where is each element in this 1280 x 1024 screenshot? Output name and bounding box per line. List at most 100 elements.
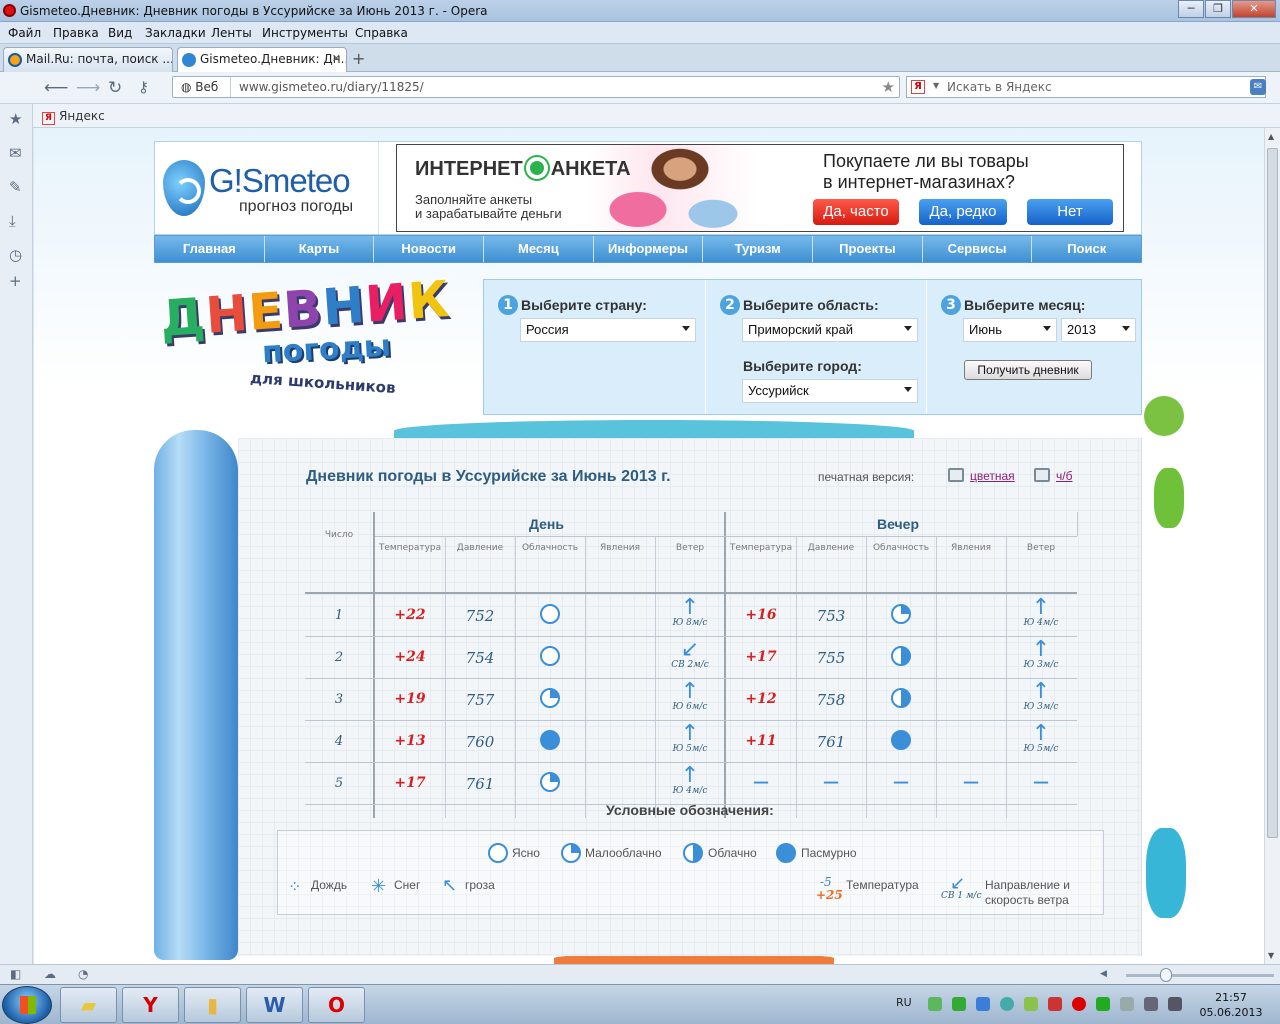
wind-value: Ю 5м/с: [1023, 744, 1059, 754]
taskbar-opera-app[interactable]: O: [308, 987, 365, 1023]
menu-help[interactable]: Справка: [355, 26, 408, 40]
tab-label: Mail.Ru: почта, поиск ...: [26, 52, 173, 66]
region-select[interactable]: Приморский край: [742, 318, 918, 342]
nav-month[interactable]: Месяц: [484, 236, 594, 262]
nav-services[interactable]: Сервисы: [923, 236, 1033, 262]
get-diary-button[interactable]: Получить дневник: [964, 360, 1092, 380]
menu-view[interactable]: Вид: [108, 26, 132, 40]
cloud-icon[interactable]: ☁: [44, 967, 56, 981]
gismeteo-logo[interactable]: G!Smeteo прогноз погоды: [155, 142, 379, 234]
language-indicator[interactable]: RU: [896, 996, 912, 1009]
year-select[interactable]: 2013: [1061, 318, 1136, 342]
day-number: 1: [334, 608, 344, 623]
tray-flag-icon[interactable]: [1120, 997, 1134, 1011]
wind-value: Ю 8м/с: [672, 618, 708, 628]
col-header-day-5: Ветер: [675, 543, 705, 553]
printer-icon[interactable]: [1034, 468, 1050, 482]
evening-cloudiness: —: [893, 772, 909, 791]
tray-nvidia-icon[interactable]: [1024, 997, 1038, 1011]
table-divider: [373, 512, 375, 818]
tray-monitor-icon[interactable]: [1144, 997, 1158, 1011]
tray-app-icon[interactable]: [1000, 997, 1014, 1011]
menu-bookmarks[interactable]: Закладки: [145, 26, 206, 40]
scroll-up-icon[interactable]: ▲: [1268, 132, 1274, 141]
nav-news[interactable]: Новости: [374, 236, 485, 262]
country-select[interactable]: Россия: [520, 318, 696, 342]
banner-answer-no-button[interactable]: Нет: [1027, 199, 1113, 225]
scrollbar-thumb[interactable]: [1267, 148, 1278, 838]
zoom-slider[interactable]: [1126, 974, 1274, 977]
search-field[interactable]: Я ▼ Искать в Яндекс: [906, 76, 1266, 98]
yandex-icon: Я: [911, 80, 925, 94]
tab-mailru[interactable]: Mail.Ru: почта, поиск ...: [3, 47, 173, 72]
menu-file[interactable]: Файл: [8, 26, 41, 40]
scroll-down-icon[interactable]: ▼: [1268, 951, 1274, 960]
menu-tools[interactable]: Инструменты: [262, 26, 348, 40]
tray-sync-icon[interactable]: [976, 997, 990, 1011]
start-button[interactable]: [2, 986, 52, 1024]
taskbar-word-app[interactable]: W: [246, 987, 303, 1023]
tray-antivirus-icon[interactable]: [1048, 997, 1062, 1011]
tray-volume-icon[interactable]: [1168, 997, 1182, 1011]
tray-security-icon[interactable]: [1096, 997, 1110, 1011]
nav-informers[interactable]: Информеры: [594, 236, 704, 262]
menu-edit[interactable]: Правка: [53, 26, 99, 40]
city-select[interactable]: Уссурийск: [742, 379, 918, 403]
downloads-icon[interactable]: ⤓: [9, 212, 16, 230]
nav-projects[interactable]: Проекты: [813, 236, 923, 262]
evening-temperature: +12: [745, 691, 777, 707]
print-bw-link[interactable]: ч/б: [1056, 469, 1072, 483]
taskbar-yandex-app[interactable]: Y: [122, 987, 179, 1023]
bookmark-yandex[interactable]: Я Яндекс: [42, 109, 105, 125]
web-scope-button[interactable]: ◍ Веб: [173, 77, 231, 97]
taskbar-notes-app[interactable]: ▰: [60, 987, 117, 1023]
print-color-link[interactable]: цветная: [970, 469, 1015, 483]
chevron-down-icon[interactable]: ▼: [933, 81, 939, 90]
legend-snow: Снег: [394, 878, 421, 892]
forward-arrow-icon[interactable]: ⟶: [76, 78, 100, 98]
tray-opera-icon[interactable]: [1072, 997, 1086, 1011]
close-tab-icon[interactable]: ✕: [332, 52, 341, 65]
bookmarks-star-icon[interactable]: ★: [9, 110, 22, 128]
windows-taskbar: ▰ Y ▮ W O RU 21:57 05.06.2013: [0, 984, 1280, 1024]
speed-dial-icon[interactable]: ◔: [78, 967, 88, 981]
nav-search[interactable]: Поиск: [1032, 236, 1141, 262]
add-panel-icon[interactable]: +: [9, 272, 22, 290]
ad-banner[interactable]: ИНТЕРНЕТ АНКЕТА Заполняйте анкеты и зараба…: [396, 144, 1124, 232]
tab-gismeteo[interactable]: Gismeteo.Дневник: Дн... ✕: [177, 47, 347, 72]
nav-home[interactable]: Главная: [155, 236, 265, 262]
printer-icon[interactable]: [948, 468, 964, 482]
page-scrollbar[interactable]: ▲ ▼: [1264, 128, 1280, 964]
taskbar-explorer-app[interactable]: ▮: [184, 987, 241, 1023]
back-arrow-icon[interactable]: ⟵: [44, 78, 68, 98]
history-clock-icon[interactable]: ◷: [9, 246, 22, 264]
nav-maps[interactable]: Карты: [265, 236, 375, 262]
mail-icon[interactable]: ✉: [1250, 79, 1266, 95]
maximize-button[interactable]: ❐: [1205, 0, 1231, 18]
tray-network-icon[interactable]: [928, 997, 942, 1011]
address-field[interactable]: ◍ Веб www.gismeteo.ru/diary/11825/ ★: [172, 76, 900, 98]
panel-toggle-icon[interactable]: ◧: [10, 967, 21, 981]
close-window-button[interactable]: ✕: [1232, 0, 1276, 18]
menu-feeds[interactable]: Ленты: [211, 26, 252, 40]
key-icon[interactable]: ⚷: [138, 78, 149, 96]
zoom-arrow-icon[interactable]: ◀: [1100, 969, 1107, 979]
banner-answer-rarely-button[interactable]: Да, редко: [919, 199, 1007, 225]
step-number: 3: [941, 295, 961, 315]
evening-cloudiness-icon: [891, 604, 911, 624]
notes-icon[interactable]: ✎: [9, 178, 22, 196]
banner-answer-often-button[interactable]: Да, часто: [813, 199, 899, 225]
nav-tourism[interactable]: Туризм: [703, 236, 814, 262]
gismeteo-favicon-icon: [182, 53, 196, 67]
taskbar-clock[interactable]: 21:57 05.06.2013: [1196, 990, 1266, 1020]
minimize-button[interactable]: ─: [1178, 0, 1204, 18]
month-select[interactable]: Июнь: [963, 318, 1057, 342]
new-tab-button[interactable]: +: [352, 49, 365, 68]
year-value: 2013: [1067, 322, 1096, 337]
diary-logo-letter: Н: [202, 283, 252, 347]
reload-icon[interactable]: ↻: [108, 78, 122, 98]
tray-update-icon[interactable]: [952, 997, 966, 1011]
bookmark-star-icon[interactable]: ★: [882, 78, 895, 96]
mail-panel-icon[interactable]: ✉: [9, 144, 22, 162]
zoom-slider-knob[interactable]: [1160, 968, 1172, 982]
